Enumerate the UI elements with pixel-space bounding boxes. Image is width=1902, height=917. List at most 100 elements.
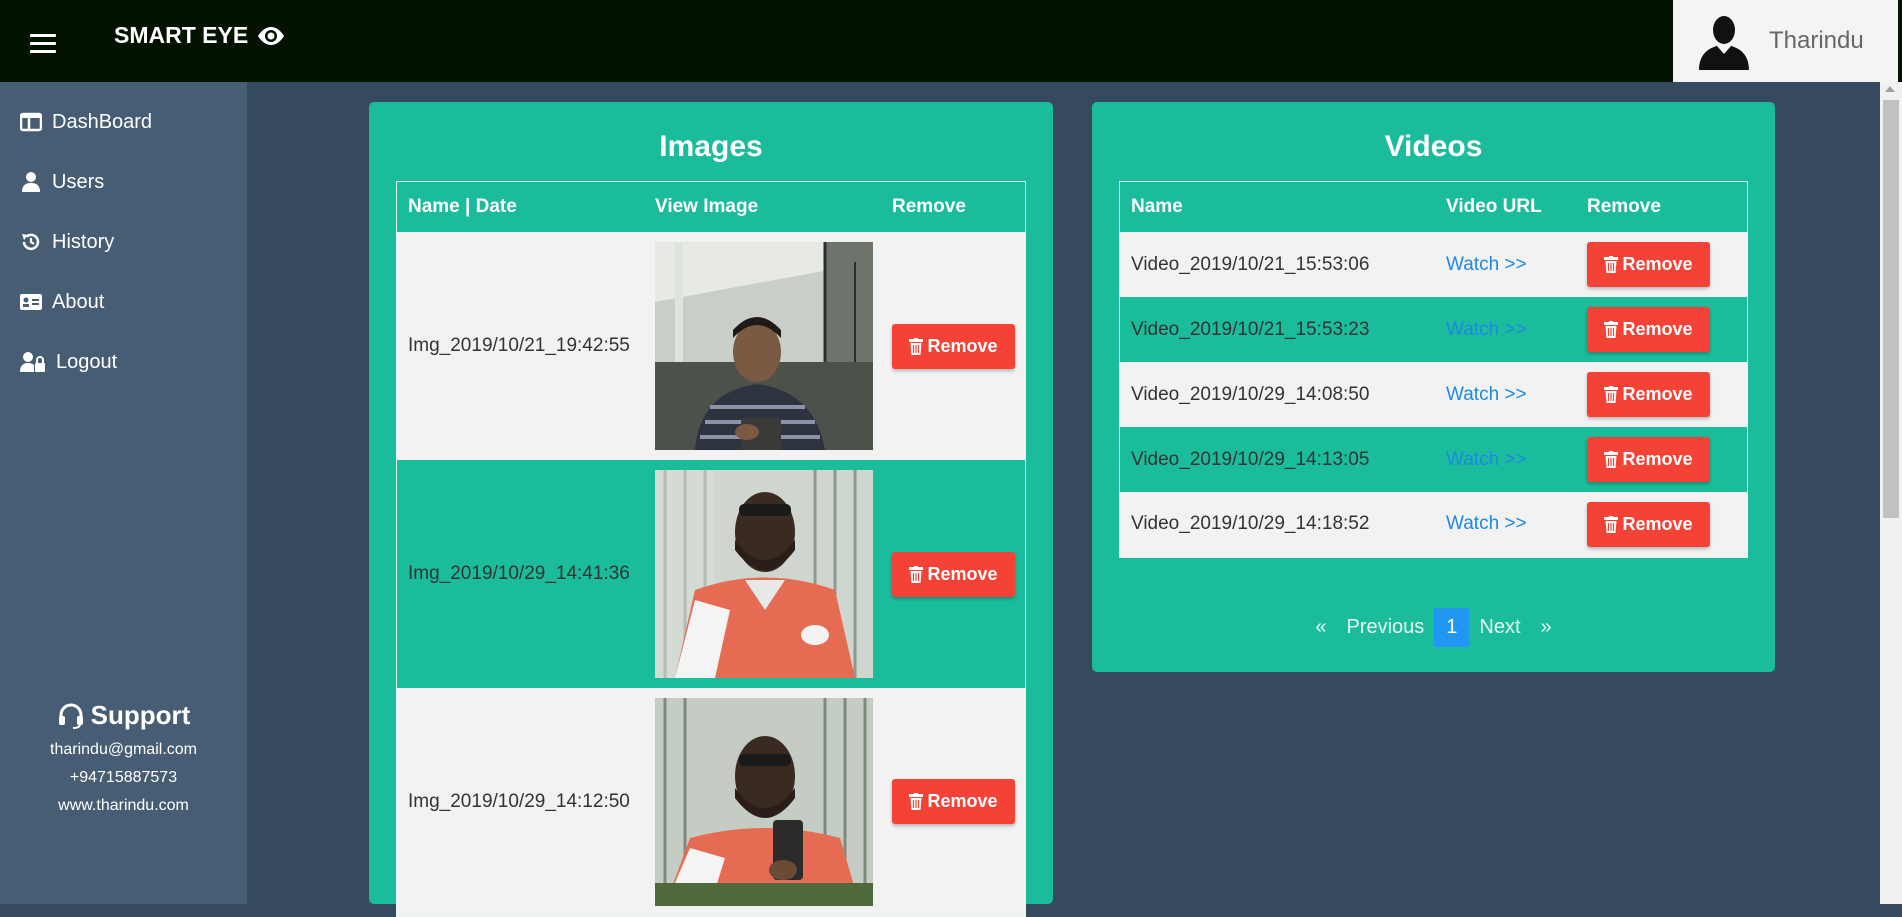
brand[interactable]: SMART EYE — [114, 22, 286, 49]
remove-button[interactable]: Remove — [1587, 437, 1710, 482]
sidebar-item-label: About — [52, 290, 105, 313]
support-email[interactable]: tharindu@gmail.com — [0, 741, 247, 759]
image-name: Img_2019/10/21_19:42:55 — [408, 335, 630, 356]
image-cell — [644, 688, 881, 916]
sidebar-item-label: Logout — [56, 350, 118, 373]
sidebar-item-label: History — [52, 230, 115, 253]
table-row: Img_2019/10/29_14:41:36 Remove — [396, 460, 1026, 688]
images-table: Name | Date View Image Remove Img_2019/1… — [396, 181, 1026, 917]
user-name: Tharindu — [1769, 27, 1864, 54]
watch-link[interactable]: Watch >> — [1446, 384, 1527, 405]
remove-label: Remove — [1622, 513, 1693, 534]
column-header: Video URL — [1446, 196, 1542, 217]
remove-button[interactable]: Remove — [1587, 501, 1710, 547]
support-website[interactable]: www.tharindu.com — [0, 797, 247, 815]
watch-link[interactable]: Watch >> — [1446, 513, 1527, 534]
user-icon — [22, 172, 40, 192]
remove-cell: Remove — [881, 232, 1026, 460]
remove-button[interactable]: Remove — [1587, 307, 1710, 352]
remove-cell: Remove — [881, 460, 1026, 688]
video-name: Video_2019/10/29_14:18:52 — [1131, 513, 1370, 535]
trash-icon — [909, 565, 924, 583]
support-section: Support tharindu@gmail.com +94715887573 … — [0, 700, 247, 815]
image-thumbnail[interactable] — [655, 470, 873, 678]
sidebar-item-label: Users — [52, 170, 105, 193]
avatar-icon — [1699, 16, 1749, 70]
trash-icon — [909, 337, 924, 355]
sidebar-item-label: DashBoard — [52, 110, 153, 133]
video-name: Video_2019/10/21_15:53:06 — [1131, 253, 1370, 275]
videos-table: Name Video URL Remove Video_2019/10/21_1… — [1119, 181, 1748, 558]
image-thumbnail[interactable] — [655, 697, 873, 906]
headset-icon — [58, 703, 83, 729]
scrollbar-thumb[interactable] — [1883, 100, 1899, 518]
remove-button[interactable]: Remove — [892, 323, 1015, 369]
remove-label: Remove — [927, 563, 998, 584]
remove-button[interactable]: Remove — [892, 551, 1015, 597]
watch-link[interactable]: Watch >> — [1446, 449, 1527, 470]
images-title: Images — [659, 130, 763, 163]
videos-title: Videos — [1384, 130, 1483, 163]
trash-icon — [909, 793, 924, 811]
image-thumbnail[interactable] — [655, 242, 873, 450]
table-row: Video_2019/10/21_15:53:23 Watch >> Remov… — [1119, 297, 1748, 362]
table-row: Video_2019/10/21_15:53:06 Watch >> Remov… — [1119, 232, 1748, 297]
eye-icon — [258, 26, 285, 45]
dashboard-icon — [20, 112, 42, 132]
videos-card: Videos Name Video URL Remove Video_2019/… — [1092, 102, 1775, 672]
remove-label: Remove — [1622, 319, 1693, 339]
sidebar-item-users[interactable]: Users — [0, 152, 247, 212]
pagination-next-arrow[interactable]: » — [1531, 616, 1562, 639]
support-title-text: Support — [90, 700, 191, 730]
trash-icon — [1604, 386, 1619, 403]
table-row: Video_2019/10/29_14:08:50 Watch >> Remov… — [1119, 362, 1748, 427]
history-icon — [22, 233, 40, 251]
watch-link[interactable]: Watch >> — [1446, 319, 1527, 340]
video-name: Video_2019/10/29_14:08:50 — [1131, 383, 1370, 405]
pagination-page-current[interactable]: 1 — [1434, 608, 1470, 647]
column-header: Remove — [892, 196, 966, 217]
column-header: Name — [1131, 196, 1183, 217]
table-row: Video_2019/10/29_14:13:05 Watch >> Remov… — [1119, 427, 1748, 492]
sidebar-item-about[interactable]: About — [0, 272, 247, 332]
table-row: Img_2019/10/29_14:12:50 Remove — [396, 688, 1026, 916]
pagination: « Previous 1 Next » — [1092, 608, 1775, 647]
table-row: Img_2019/10/21_19:42:55 Remove — [396, 232, 1026, 460]
pagination-next[interactable]: Next — [1469, 616, 1530, 639]
video-name: Video_2019/10/29_14:13:05 — [1131, 448, 1370, 470]
pagination-prev-arrow[interactable]: « — [1305, 616, 1336, 639]
sidebar-item-dashboard[interactable]: DashBoard — [0, 92, 247, 152]
trash-icon — [1604, 256, 1619, 273]
support-phone: +94715887573 — [69, 769, 178, 786]
remove-button[interactable]: Remove — [1587, 372, 1710, 417]
brand-title: SMART EYE — [114, 22, 249, 48]
watch-link[interactable]: Watch >> — [1446, 254, 1527, 275]
image-cell — [644, 232, 881, 460]
remove-cell: Remove — [881, 688, 1026, 916]
id-card-icon — [20, 294, 42, 310]
trash-icon — [1604, 321, 1619, 338]
remove-label: Remove — [927, 335, 998, 356]
scroll-up-icon[interactable] — [1885, 86, 1895, 92]
images-card: Images Name | Date View Image Remove Img… — [369, 102, 1053, 917]
image-name: Img_2019/10/29_14:41:36 — [408, 563, 630, 584]
remove-label: Remove — [1622, 254, 1693, 274]
sidebar-item-logout[interactable]: Logout — [0, 332, 247, 392]
remove-label: Remove — [1622, 449, 1693, 469]
table-row: Video_2019/10/29_14:18:52 Watch >> Remov… — [1119, 492, 1748, 557]
image-name: Img_2019/10/29_14:12:50 — [408, 790, 630, 812]
pagination-previous[interactable]: Previous — [1336, 616, 1434, 639]
menu-icon[interactable] — [30, 34, 56, 54]
user-menu[interactable]: Tharindu — [1673, 0, 1898, 82]
column-header: Remove — [1587, 196, 1661, 217]
image-cell — [644, 460, 881, 688]
remove-label: Remove — [927, 791, 998, 812]
column-header: Name | Date — [408, 196, 517, 217]
sidebar-item-history[interactable]: History — [0, 212, 247, 272]
remove-button[interactable]: Remove — [892, 779, 1015, 825]
user-lock-icon — [20, 352, 45, 372]
video-name: Video_2019/10/21_15:53:23 — [1131, 318, 1370, 340]
remove-label: Remove — [1622, 384, 1693, 404]
remove-button[interactable]: Remove — [1587, 242, 1710, 287]
trash-icon — [1604, 515, 1619, 533]
